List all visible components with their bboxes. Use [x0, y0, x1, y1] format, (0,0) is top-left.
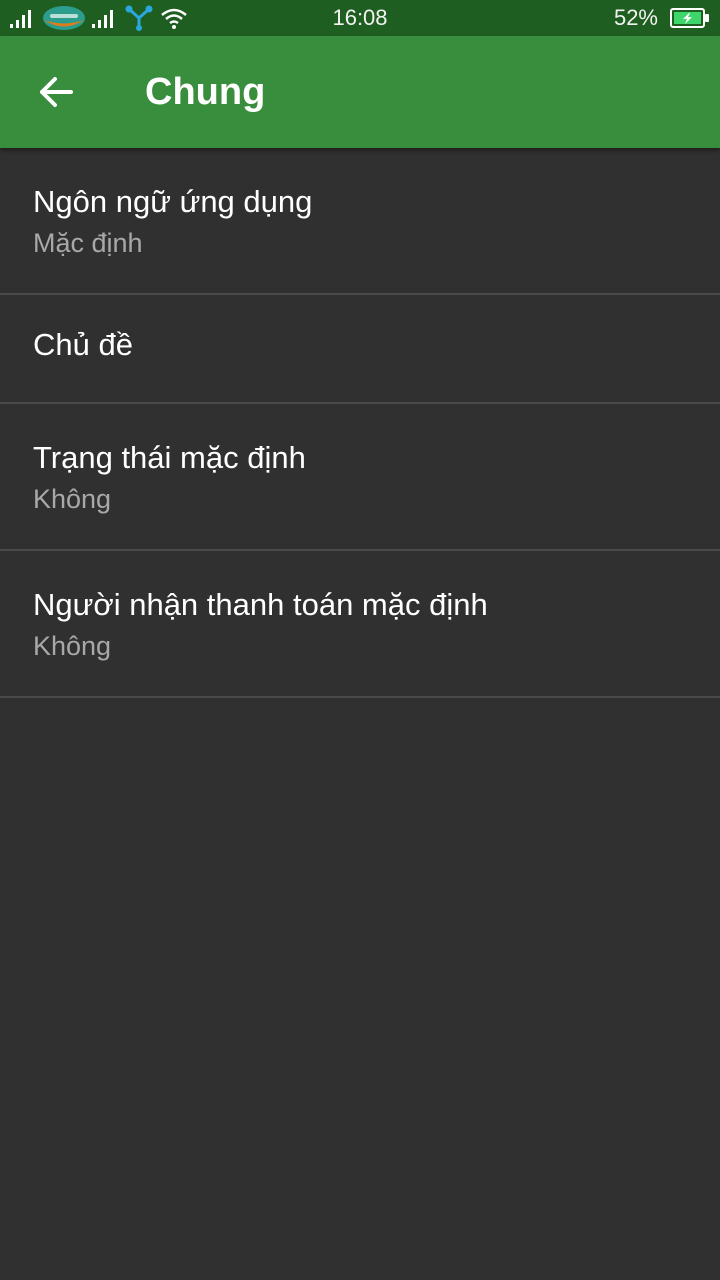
setting-default-payee[interactable]: Người nhận thanh toán mặc định Không — [0, 551, 720, 698]
battery-charging-icon — [670, 8, 709, 28]
arrow-left-icon — [40, 77, 73, 107]
status-bar: 16:08 52% — [0, 0, 720, 36]
setting-value: Không — [33, 484, 112, 514]
setting-default-status[interactable]: Trạng thái mặc định Không — [0, 404, 720, 551]
setting-value: Không — [33, 631, 112, 661]
setting-title: Ngôn ngữ ứng dụng — [33, 184, 313, 219]
settings-list: Ngôn ngữ ứng dụng Mặc định Chủ đề Trạng … — [0, 148, 720, 698]
setting-title: Trạng thái mặc định — [33, 440, 306, 475]
app-bar: Chung — [0, 36, 720, 148]
setting-app-language[interactable]: Ngôn ngữ ứng dụng Mặc định — [0, 148, 720, 295]
setting-value: Mặc định — [33, 228, 143, 258]
page-title: Chung — [145, 71, 266, 113]
status-icons-right: 52% — [614, 0, 710, 36]
status-time: 16:08 — [332, 5, 388, 30]
setting-title: Người nhận thanh toán mặc định — [33, 587, 488, 622]
battery-percent: 52% — [613, 5, 658, 30]
setting-theme[interactable]: Chủ đề — [0, 295, 720, 404]
setting-title: Chủ đề — [33, 327, 133, 362]
back-button[interactable] — [28, 64, 84, 120]
